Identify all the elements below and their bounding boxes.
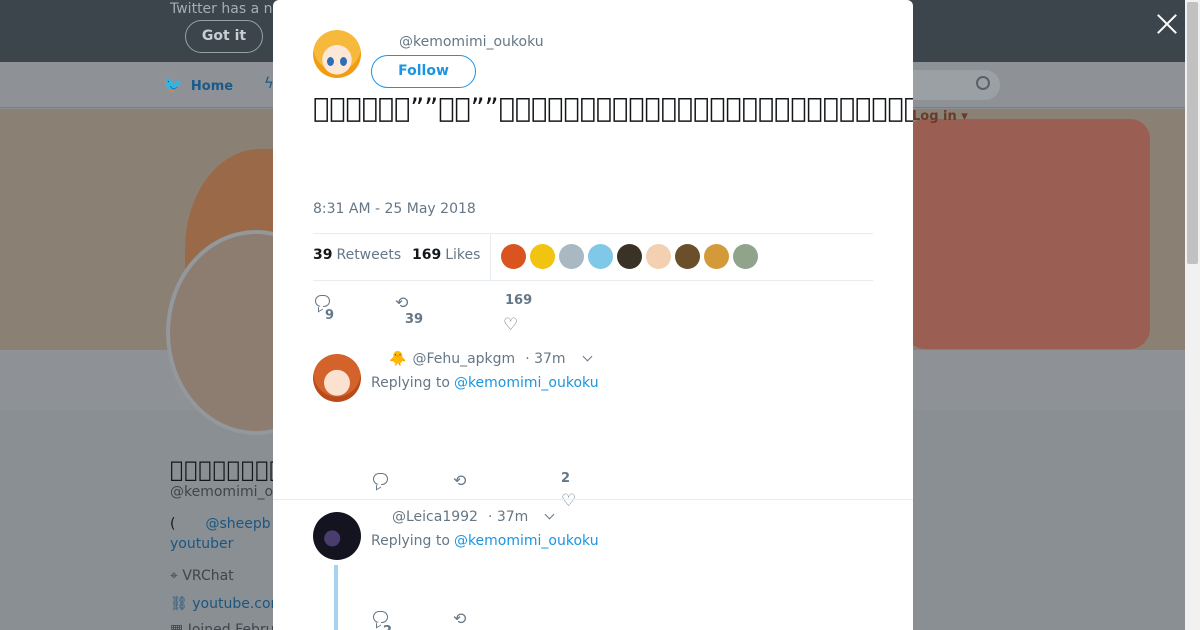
liker-avatar[interactable] <box>559 244 584 269</box>
liker-avatar[interactable] <box>733 244 758 269</box>
twitter-bird-icon: 🐦 <box>163 75 183 94</box>
retweet-icon: ⟲ <box>453 471 467 490</box>
liker-avatar[interactable] <box>617 244 642 269</box>
location-text: VRChat <box>182 568 234 584</box>
close-icon[interactable] <box>1156 13 1178 35</box>
profile-bio: ( @sheepb <box>170 516 271 532</box>
profile-joined: ▦ Joined Febru <box>170 622 275 630</box>
nav-home-label: Home <box>190 79 234 94</box>
reply-count: 9 <box>325 308 335 323</box>
login-link[interactable]: Log in ▾ <box>912 109 968 124</box>
notice-banner-text: Twitter has a n <box>170 1 273 17</box>
like-action[interactable]: 169 ♡ <box>503 293 543 337</box>
chevron-down-icon[interactable] <box>582 351 592 362</box>
likes-stat-count: 169 <box>412 247 442 263</box>
liker-avatar[interactable] <box>530 244 555 269</box>
tweet-modal: @kemomimi_oukoku Follow       ””  ””    … <box>273 0 913 630</box>
reply-action[interactable]: 9 <box>315 293 334 323</box>
replying-to: Replying to @kemomimi_oukoku <box>371 533 599 549</box>
retweet-action[interactable]: ⟲ <box>453 471 466 491</box>
reply-handle[interactable]: @Fehu_apkgm <box>412 351 515 367</box>
author-avatar[interactable] <box>313 30 361 78</box>
header-logo-right <box>905 119 1150 349</box>
profile-handle: @kemomimi_o <box>170 484 274 500</box>
liker-avatar[interactable] <box>588 244 613 269</box>
reply-icon <box>373 472 388 485</box>
likes-stat[interactable]: 169 Likes <box>412 247 480 263</box>
stats-divider <box>490 234 491 280</box>
nav-home[interactable]: 🐦 Home <box>163 75 233 94</box>
scrollbar-thumb[interactable] <box>1187 2 1198 264</box>
joined-text: Joined Febru <box>187 622 275 630</box>
reply-handle[interactable]: @Leica1992 <box>392 509 478 525</box>
retweet-action[interactable]: ⟲39 <box>395 293 423 327</box>
reply-count: 2 <box>383 624 392 630</box>
reply-action[interactable]: 2 <box>373 609 392 630</box>
reply-separator <box>273 499 913 500</box>
reply-avatar-leica[interactable] <box>313 512 361 560</box>
retweet-action[interactable]: ⟲ <box>453 609 466 629</box>
liker-avatar[interactable] <box>646 244 671 269</box>
scrollbar[interactable] <box>1185 0 1200 630</box>
heart-icon: ♡ <box>561 491 577 511</box>
likes-stat-label: Likes <box>445 247 481 263</box>
retweet-icon: ⟲ <box>453 609 467 628</box>
liker-avatar[interactable] <box>704 244 729 269</box>
reply-time[interactable]: · 37m <box>488 509 528 525</box>
reply-icon <box>315 294 330 307</box>
calendar-icon: ▦ <box>170 622 188 630</box>
avatar-eye-left <box>327 57 334 66</box>
replying-label: Replying to <box>371 533 450 549</box>
retweet-icon: ⟲ <box>395 293 409 312</box>
replying-label: Replying to <box>371 375 450 391</box>
bio-youtuber[interactable]: youtuber <box>170 536 233 552</box>
retweets-stat-label: Retweets <box>336 247 402 263</box>
tweet-timestamp[interactable]: 8:31 AM - 25 May 2018 <box>313 201 476 217</box>
like-action[interactable]: 2 ♡ <box>561 471 601 510</box>
search-icon <box>976 76 990 90</box>
retweet-count: 39 <box>405 312 424 327</box>
reply-emoji: 🐥 <box>389 351 407 367</box>
thread-line <box>334 565 338 630</box>
reply-header: 🐥 @Fehu_apkgm · 37m <box>389 351 592 367</box>
tweet-text:       ””  ””                            … <box>313 93 913 124</box>
like-count: 169 <box>505 293 533 308</box>
bio-link[interactable]: @sheepb <box>205 516 270 532</box>
login-label: Log in <box>912 109 957 124</box>
got-it-button[interactable]: Got it <box>185 20 263 53</box>
reply-avatar-fehu[interactable] <box>313 354 361 402</box>
profile-location: ⌖ VRChat <box>170 568 234 584</box>
liker-avatar[interactable] <box>501 244 526 269</box>
website-text: youtube.cor <box>192 596 277 612</box>
reply-action[interactable] <box>373 471 388 491</box>
author-handle[interactable]: @kemomimi_oukoku <box>399 34 544 50</box>
replying-to: Replying to @kemomimi_oukoku <box>371 375 599 391</box>
replying-to-link[interactable]: @kemomimi_oukoku <box>454 533 599 549</box>
chevron-down-icon[interactable] <box>544 509 555 520</box>
tweet-stats: 39 Retweets 169 Likes <box>313 233 873 281</box>
replying-to-link[interactable]: @kemomimi_oukoku <box>454 375 599 391</box>
like-count: 2 <box>561 471 571 486</box>
reply-time[interactable]: · 37m <box>525 351 565 367</box>
reply-header: @Leica1992 · 37m <box>392 509 555 525</box>
retweets-stat[interactable]: 39 Retweets <box>313 247 401 263</box>
profile-website[interactable]: ⛓ youtube.cor <box>170 596 276 612</box>
reply-icon <box>373 610 388 623</box>
link-icon: ⛓ <box>170 596 193 612</box>
bio-prefix: ( <box>170 516 176 532</box>
heart-icon: ♡ <box>503 315 519 335</box>
retweets-stat-count: 39 <box>313 247 333 263</box>
location-icon: ⌖ <box>170 568 183 584</box>
avatar-eye-right <box>340 57 347 66</box>
follow-button[interactable]: Follow <box>371 55 476 88</box>
liker-avatar[interactable] <box>675 244 700 269</box>
